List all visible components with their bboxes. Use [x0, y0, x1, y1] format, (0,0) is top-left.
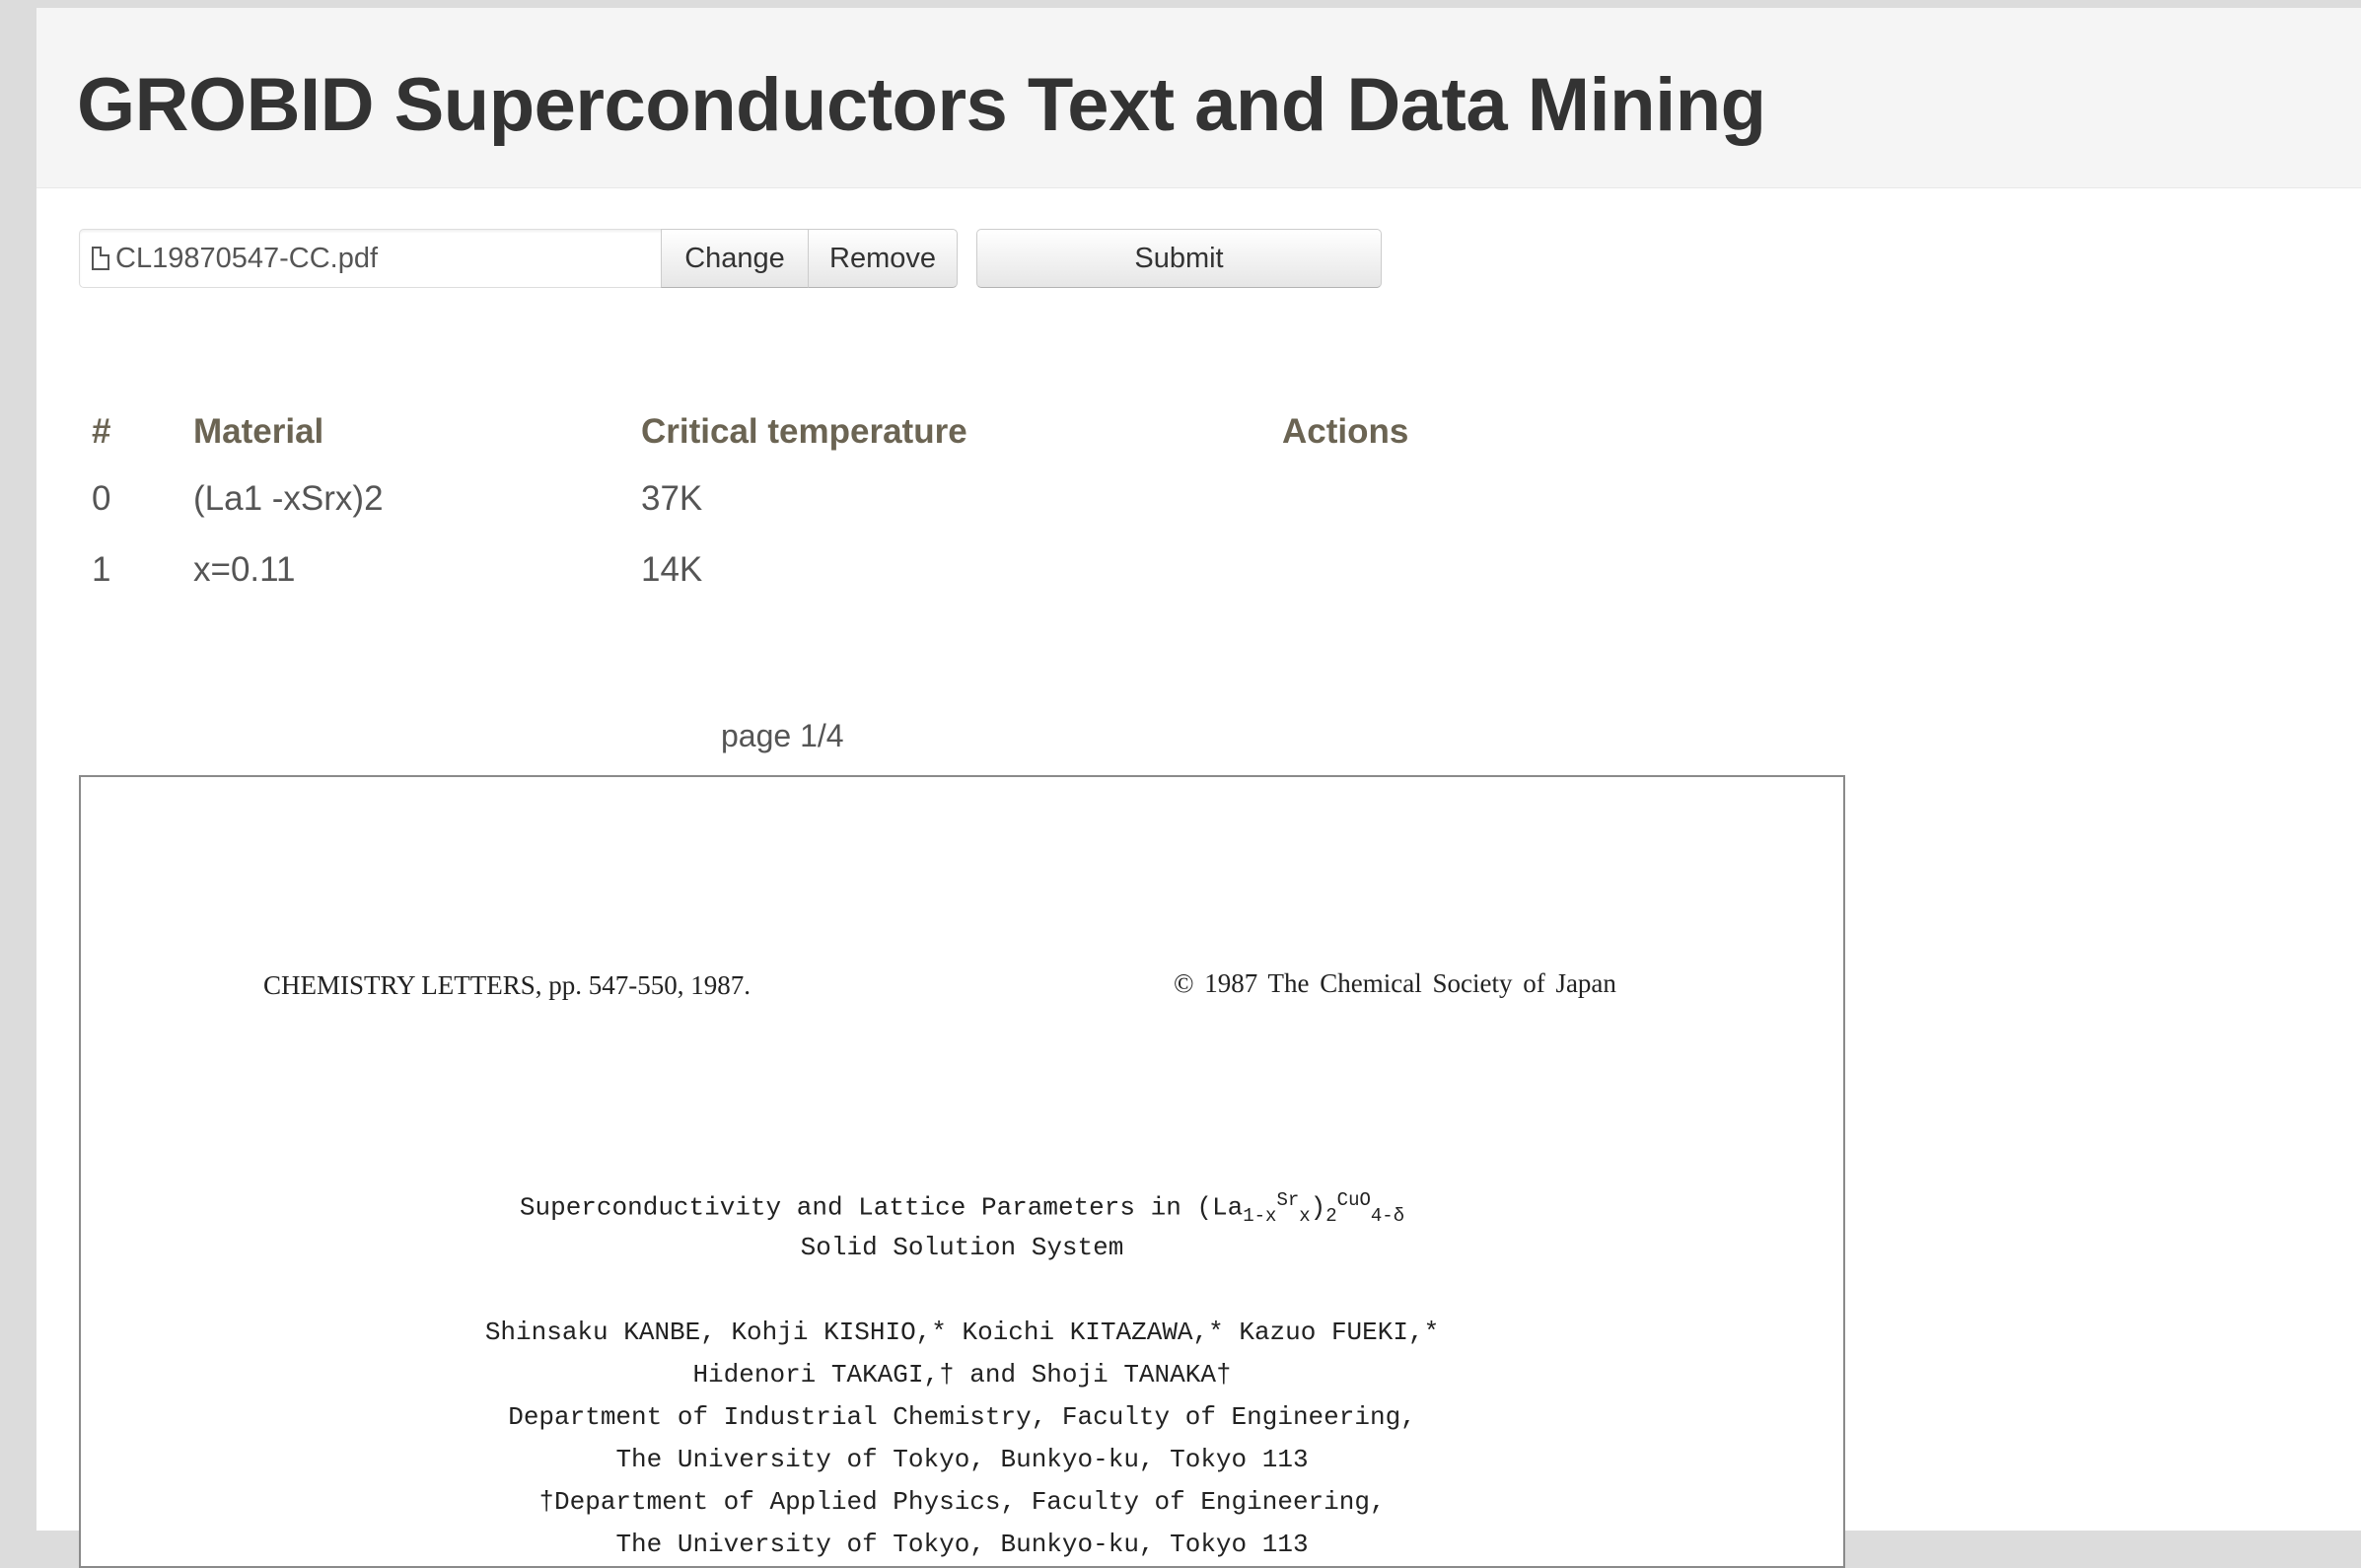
pdf-title-text: )	[1310, 1192, 1326, 1223]
row-material: (La1 -xSrx)2	[193, 479, 384, 518]
change-file-button[interactable]: Change	[661, 229, 809, 288]
pdf-journal-line: CHEMISTRY LETTERS, pp. 547-550, 1987.	[263, 970, 751, 1000]
page-title: GROBID Superconductors Text and Data Min…	[77, 63, 1766, 147]
table-header-row: # Material Critical temperature Actions	[79, 400, 1578, 463]
pdf-affiliation-line-3: †Department of Applied Physics, Faculty …	[538, 1487, 1386, 1517]
pdf-title-text: Superconductivity and Lattice Parameters…	[519, 1192, 1244, 1223]
remove-file-button[interactable]: Remove	[808, 229, 958, 288]
row-critical-temperature: 37K	[641, 479, 703, 518]
pdf-title-line-2: Solid Solution System	[800, 1233, 1124, 1262]
pdf-title-line-1: Superconductivity and Lattice Parameters…	[81, 1189, 1843, 1227]
pdf-title-sub: x	[1299, 1204, 1311, 1227]
pdf-title-sub: 1-x	[1243, 1204, 1277, 1227]
row-actions	[1269, 535, 1578, 606]
pdf-title-sub: 4-δ	[1370, 1204, 1405, 1227]
column-header-index: #	[92, 412, 111, 451]
pdf-affiliation-line-2: The University of Tokyo, Bunkyo-ku, Toky…	[615, 1445, 1309, 1474]
table-row: 0 (La1 -xSrx)2 37K	[79, 463, 1578, 535]
column-header-critical-temperature: Critical temperature	[641, 412, 967, 451]
pdf-authors-line-2: Hidenori TAKAGI,† and Shoji TANAKA†	[692, 1360, 1232, 1390]
submit-button[interactable]: Submit	[976, 229, 1382, 288]
pdf-title-sup: Sr	[1276, 1189, 1300, 1211]
row-index: 0	[92, 479, 111, 518]
pdf-copyright-line: © 1987 The Chemical Society of Japan	[1174, 968, 1616, 998]
pdf-title-sub: 2	[1325, 1204, 1337, 1227]
page-header: GROBID Superconductors Text and Data Min…	[36, 8, 2361, 188]
file-input[interactable]: CL19870547-CC.pdf	[79, 229, 663, 288]
pdf-affiliation-line-4: The University of Tokyo, Bunkyo-ku, Toky…	[615, 1530, 1309, 1559]
pdf-affiliation-line-1: Department of Industrial Chemistry, Facu…	[508, 1402, 1416, 1432]
results-table: # Material Critical temperature Actions …	[79, 400, 1578, 606]
row-material: x=0.11	[193, 550, 296, 589]
row-critical-temperature: 14K	[641, 550, 703, 589]
page: GROBID Superconductors Text and Data Min…	[36, 8, 2361, 1568]
page-indicator: page 1/4	[721, 718, 844, 753]
row-actions	[1269, 463, 1578, 535]
pdf-authors-line-1: Shinsaku KANBE, Kohji KISHIO,* Koichi KI…	[484, 1318, 1440, 1347]
column-header-material: Material	[193, 412, 324, 451]
pdf-viewer[interactable]: CHEMISTRY LETTERS, pp. 547-550, 1987. © …	[79, 775, 1845, 1568]
column-header-actions: Actions	[1282, 412, 1409, 451]
file-name: CL19870547-CC.pdf	[115, 242, 379, 274]
row-index: 1	[92, 550, 111, 589]
file-icon	[92, 247, 109, 270]
pdf-title-sup: CuO	[1336, 1189, 1371, 1211]
table-row: 1 x=0.11 14K	[79, 535, 1578, 606]
